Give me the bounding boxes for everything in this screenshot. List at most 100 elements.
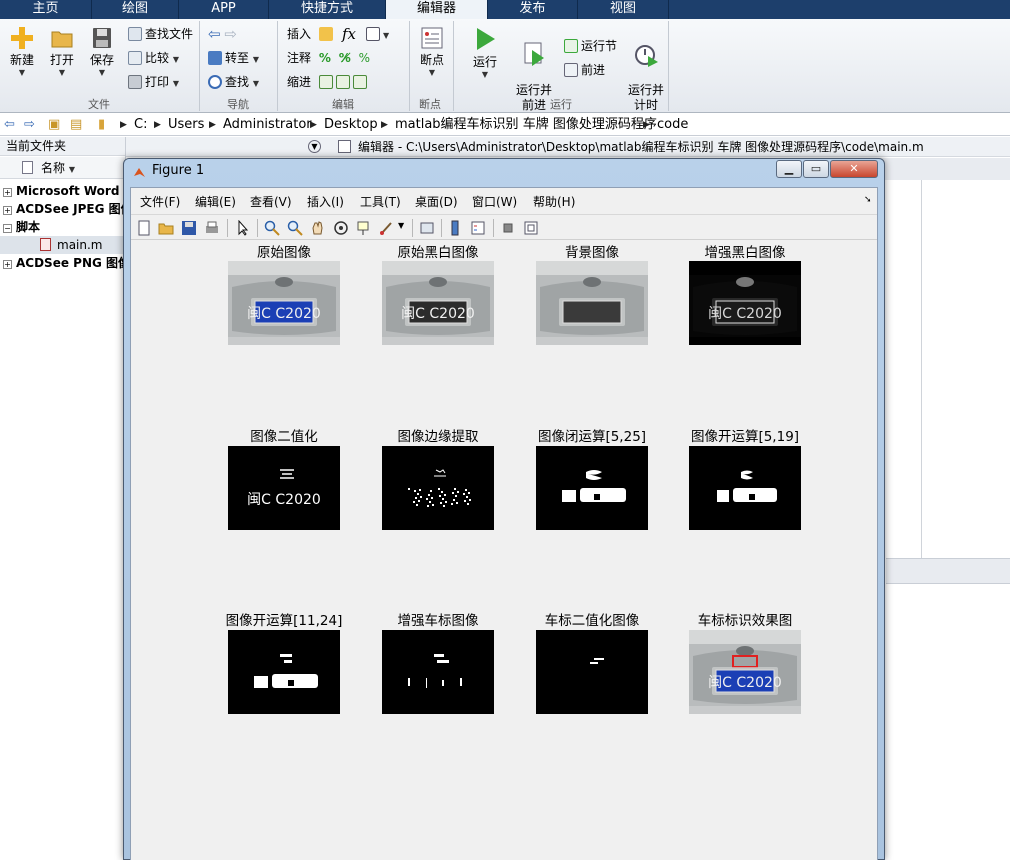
tab-home[interactable]: 主页 [0,0,92,19]
maximize-button[interactable]: ▭ [803,160,829,178]
breadcrumb-separator[interactable]: ▶ [154,116,161,134]
advance-button[interactable]: 前进 [564,61,605,79]
menu-insert[interactable]: 插入(I) [307,193,344,210]
breadcrumb-users[interactable]: Users [168,116,204,134]
breadcrumb-code[interactable]: code [657,116,688,134]
zoom-in-icon[interactable] [264,220,280,236]
menu-tools[interactable]: 工具(T) [360,193,401,210]
name-column-header[interactable]: 名称 ▼ [0,157,125,179]
colorbar-icon[interactable] [447,220,463,236]
new-figure-icon[interactable] [136,220,152,236]
data-cursor-icon[interactable] [356,220,372,236]
open-file-icon[interactable] [158,220,174,236]
menu-help[interactable]: 帮助(H) [533,193,575,210]
subplot-image [382,446,494,530]
minimize-button[interactable]: ▁ [776,160,802,178]
run-button[interactable]: 运行 ▼ [466,25,504,79]
breadcrumb-separator[interactable]: ▶ [120,116,127,134]
expand-icon[interactable]: + [3,188,12,197]
list-item[interactable]: + Microsoft Word S [0,182,125,200]
comment-button[interactable]: 注释 % %̸ % [287,49,370,67]
command-window[interactable] [886,584,1010,860]
breadcrumb-administrator[interactable]: Administrator [223,116,312,134]
menu-edit[interactable]: 编辑(E) [195,193,236,210]
dock-arrow-icon[interactable]: ➘ [864,195,872,205]
run-advance-button[interactable]: 运行并 前进 [512,25,556,128]
rotate-3d-icon[interactable] [333,220,349,236]
menu-file[interactable]: 文件(F) [140,193,180,210]
collapse-icon[interactable]: − [3,224,12,233]
goto-button[interactable]: 转至 ▼ [208,49,259,67]
expand-icon[interactable]: + [3,260,12,269]
subplot-title: 车标标识效果图 [697,613,793,629]
insert-icon [318,27,333,41]
breadcrumb-separator[interactable]: ▶ [643,116,650,134]
tab-publish[interactable]: 发布 [488,0,578,19]
new-button[interactable]: 新建 ▼ [6,25,38,77]
insert-section-button[interactable]: ▼ [366,25,389,43]
breakpoints-button[interactable]: 断点 ▼ [414,25,450,77]
tab-apps[interactable]: APP [179,0,269,19]
run-section-button[interactable]: 运行节 [564,37,617,55]
print-figure-icon[interactable] [204,220,220,236]
chevron-down-icon: ▼ [18,68,26,77]
zoom-out-icon[interactable] [287,220,303,236]
run-and-time-button[interactable]: 运行并 计时 [624,25,668,128]
breadcrumb-separator[interactable]: ▶ [209,116,216,134]
panel-options-icon[interactable]: ▼ [308,140,321,153]
print-button[interactable]: 打印 ▼ [128,73,179,91]
find-files-button[interactable]: 查找文件 [128,25,193,43]
chevron-down-icon[interactable]: ▼ [398,221,404,230]
list-item[interactable]: + ACDSee PNG 图像 [0,254,125,272]
compare-icon [128,51,142,65]
tab-shortcuts[interactable]: 快捷方式 [269,0,386,19]
forward-icon[interactable]: ⇨ [24,116,35,134]
close-button[interactable]: ✕ [830,160,878,178]
tab-view[interactable]: 视图 [578,0,669,19]
run-section-icon [564,39,578,53]
list-item[interactable]: − 脚本 [0,218,125,236]
editor-content[interactable] [886,180,1010,560]
show-plot-tools-icon[interactable] [523,220,539,236]
forward-icon[interactable]: ⇨ [224,25,237,43]
indent-button[interactable]: 缩进 [287,73,370,91]
tab-plots[interactable]: 绘图 [92,0,179,19]
find-button[interactable]: 查找 ▼ [208,73,259,91]
back-icon[interactable]: ⇦ [4,116,15,134]
compare-button[interactable]: 比较 ▼ [128,49,179,67]
brush-icon[interactable] [379,220,395,236]
save-button[interactable]: 保存 ▼ [86,25,118,77]
insert-button[interactable]: 插入 [287,25,336,43]
folder-icon: ▮ [98,117,106,132]
list-item[interactable]: + ACDSee JPEG 图像 [0,200,125,218]
breadcrumb-desktop[interactable]: Desktop [324,116,378,134]
browse-folder-icon[interactable]: ▤ [70,116,82,134]
breadcrumb-separator[interactable]: ▶ [310,116,317,134]
menu-view[interactable]: 查看(V) [250,193,292,210]
insert-label: 插入 [287,27,312,41]
toolbar-divider [412,219,413,237]
figure-canvas[interactable]: 原始图像 闽C C2020 原始黑白图像 闽C C2020 背景图像 增强黑白图像 闽C C… [131,241,877,860]
hide-plot-tools-icon[interactable] [500,220,516,236]
tab-editor[interactable]: 编辑器 [386,0,488,20]
pan-hand-icon[interactable] [310,220,326,236]
link-plot-icon[interactable] [419,220,435,236]
ribbon-divider [453,21,454,111]
legend-icon[interactable] [470,220,486,236]
back-forward-buttons[interactable]: ⇦ ⇨ [208,25,237,43]
breadcrumb-separator[interactable]: ▶ [381,116,388,134]
save-figure-icon[interactable] [181,220,197,236]
ribbon: 新建 ▼ 打开 ▼ 保存 ▼ 查找文件 比较 ▼ 打印 ▼ 文件 ⇦ ⇨ 转至 … [0,19,1010,113]
breadcrumb-project[interactable]: matlab编程车标识别 车牌 图像处理源码程序 [395,116,657,134]
expand-icon[interactable]: + [3,206,12,215]
menu-desktop[interactable]: 桌面(D) [415,193,458,210]
breadcrumb-c[interactable]: C: [134,116,147,134]
pointer-icon[interactable] [235,220,251,236]
fx-button[interactable]: fx [342,25,356,43]
back-icon[interactable]: ⇦ [208,25,221,43]
open-button[interactable]: 打开 ▼ [46,25,78,77]
open-label: 打开 [49,53,74,67]
list-item-selected[interactable]: main.m [0,236,125,254]
up-folder-icon[interactable]: ▣ [48,116,60,134]
menu-window[interactable]: 窗口(W) [472,193,517,210]
